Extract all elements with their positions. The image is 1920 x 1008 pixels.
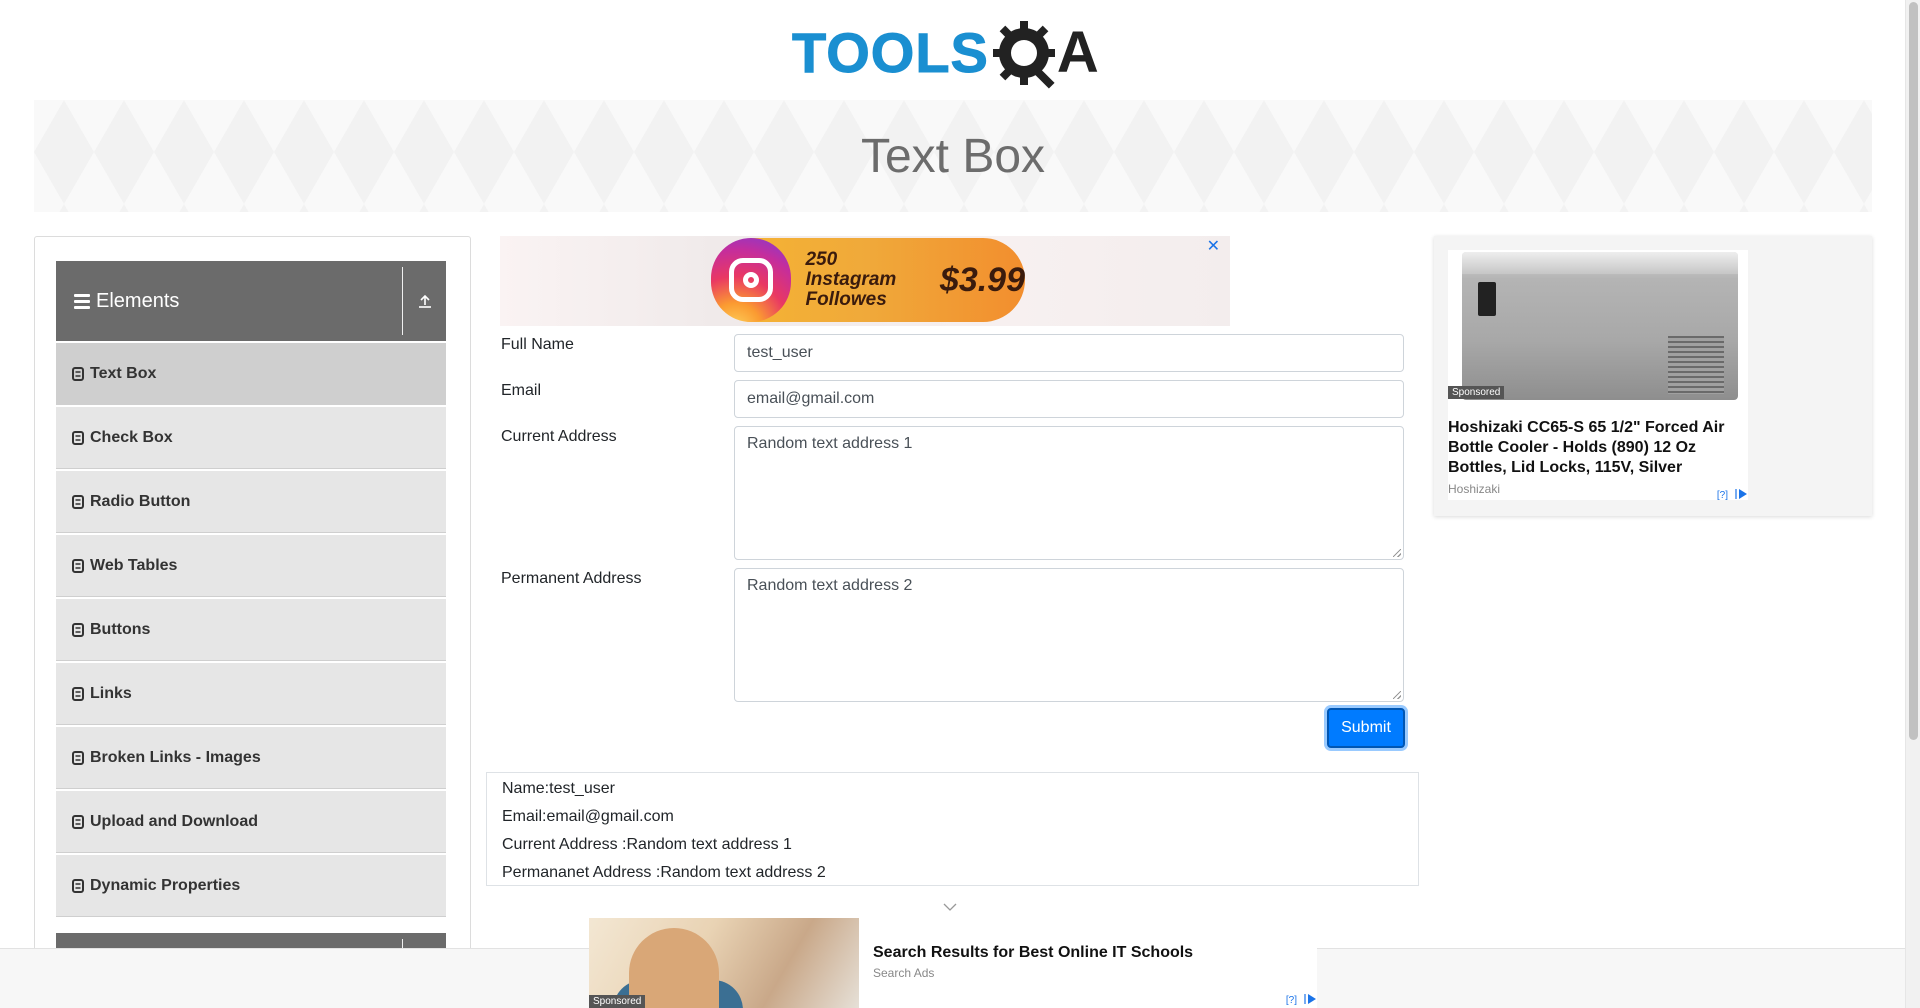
list-icon bbox=[72, 814, 84, 829]
full-name-input[interactable]: test_user bbox=[734, 334, 1404, 372]
sidebar-item-label: Radio Button bbox=[90, 492, 191, 510]
sidebar-item-label: Web Tables bbox=[90, 556, 178, 574]
permanent-address-value: Random text address 2 bbox=[747, 577, 913, 594]
adchoices-icon[interactable] bbox=[1303, 993, 1317, 1008]
page-banner: Text Box bbox=[34, 100, 1872, 212]
ad-info-link[interactable]: [?] bbox=[1717, 490, 1728, 501]
list-icon bbox=[72, 366, 84, 381]
product-ad-card[interactable]: Sponsored Hoshizaki CC65-S 65 1/2" Force… bbox=[1448, 250, 1748, 503]
sponsored-badge: Sponsored bbox=[1448, 386, 1505, 399]
bottom-ad-title[interactable]: Search Results for Best Online IT School… bbox=[873, 944, 1193, 962]
bottom-ad-source: Search Ads bbox=[873, 966, 935, 980]
sidebar-item-links[interactable]: Links bbox=[56, 663, 446, 725]
group-header-title: Elements bbox=[96, 289, 180, 312]
gear-magnifier-icon bbox=[991, 17, 1061, 89]
instagram-icon bbox=[711, 238, 792, 322]
sidebar-item-check-box[interactable]: Check Box bbox=[56, 407, 446, 469]
sidebar-item-broken-links[interactable]: Broken Links - Images bbox=[56, 727, 446, 789]
sidebar-item-buttons[interactable]: Buttons bbox=[56, 599, 446, 661]
current-address-value: Random text address 1 bbox=[747, 435, 913, 452]
full-name-label: Full Name bbox=[501, 336, 574, 353]
instagram-ad[interactable]: 250 Instagram Followes $3.99 ✕ bbox=[500, 236, 1230, 326]
product-ad[interactable]: Sponsored Hoshizaki CC65-S 65 1/2" Force… bbox=[1434, 236, 1872, 516]
resize-handle-icon[interactable] bbox=[1393, 549, 1401, 557]
resize-handle-icon[interactable] bbox=[1393, 691, 1401, 699]
list-icon bbox=[72, 430, 84, 445]
list-icon bbox=[72, 878, 84, 893]
left-panel: Elements Text Box Check Box Radio Button… bbox=[34, 236, 471, 1008]
product-image[interactable] bbox=[1462, 252, 1738, 400]
page: TOOLS A Text Box Elements Text Box Check… bbox=[0, 0, 1920, 1008]
output-box: Name:test_user Email:email@gmail.com Cur… bbox=[486, 772, 1419, 886]
list-icon bbox=[72, 686, 84, 701]
list-icon bbox=[72, 622, 84, 637]
chevron-down-icon[interactable] bbox=[943, 898, 957, 914]
output-current-address: Current Address :Random text address 1 bbox=[502, 836, 792, 853]
product-ad-title[interactable]: Hoshizaki CC65-S 65 1/2" Forced Air Bott… bbox=[1448, 418, 1748, 478]
full-name-value: test_user bbox=[747, 344, 813, 361]
sidebar-menu: Text Box Check Box Radio Button Web Tabl… bbox=[56, 343, 446, 919]
list-icon bbox=[72, 558, 84, 573]
bottom-ad[interactable]: Sponsored Search Results for Best Online… bbox=[589, 918, 1317, 1008]
ad-text: 250 Instagram Followes bbox=[805, 250, 927, 310]
ad-price: $3.99 bbox=[939, 260, 1025, 299]
sponsored-badge: Sponsored bbox=[589, 995, 646, 1008]
submit-button[interactable]: Submit bbox=[1327, 708, 1405, 748]
permanent-address-textarea[interactable]: Random text address 2 bbox=[734, 568, 1404, 702]
sidebar-item-radio-button[interactable]: Radio Button bbox=[56, 471, 446, 533]
list-icon bbox=[72, 494, 84, 509]
email-input[interactable]: email@gmail.com bbox=[734, 380, 1404, 418]
close-icon[interactable]: ✕ bbox=[1207, 236, 1220, 256]
product-ad-source: Hoshizaki bbox=[1448, 482, 1501, 496]
output-email: Email:email@gmail.com bbox=[502, 808, 674, 825]
permanent-address-label: Permanent Address bbox=[501, 570, 642, 587]
email-value: email@gmail.com bbox=[747, 390, 875, 407]
ad-info-link[interactable]: [?] bbox=[1286, 995, 1297, 1006]
ad-pill[interactable]: 250 Instagram Followes $3.99 bbox=[711, 238, 1025, 322]
ad-text-line1: 250 Instagram bbox=[805, 249, 897, 291]
logo-suffix: A bbox=[1056, 19, 1099, 85]
sidebar-item-text-box[interactable]: Text Box bbox=[56, 343, 446, 405]
collapse-arrow-icon[interactable] bbox=[402, 267, 446, 335]
sidebar-item-upload-download[interactable]: Upload and Download bbox=[56, 791, 446, 853]
page-title: Text Box bbox=[860, 129, 1046, 183]
sidebar-item-label: Upload and Download bbox=[90, 812, 258, 830]
list-icon bbox=[72, 750, 84, 765]
ad-text-line2: Followes bbox=[805, 288, 887, 310]
output-permanent-address: Permananet Address :Random text address … bbox=[502, 864, 826, 881]
logo-text: TOOLS bbox=[792, 20, 989, 84]
menu-icon bbox=[74, 293, 90, 309]
adchoices-icon[interactable] bbox=[1734, 488, 1748, 503]
current-address-label: Current Address bbox=[501, 428, 617, 445]
scrollbar-thumb[interactable] bbox=[1909, 2, 1918, 740]
sidebar-item-label: Text Box bbox=[90, 364, 157, 382]
current-address-textarea[interactable]: Random text address 1 bbox=[734, 426, 1404, 560]
group-header-elements[interactable]: Elements bbox=[56, 261, 446, 341]
output-name: Name:test_user bbox=[502, 780, 615, 797]
sidebar-item-dynamic-properties[interactable]: Dynamic Properties bbox=[56, 855, 446, 917]
sidebar-item-label: Check Box bbox=[90, 428, 173, 446]
sidebar-item-web-tables[interactable]: Web Tables bbox=[56, 535, 446, 597]
sidebar-item-label: Broken Links - Images bbox=[90, 748, 261, 766]
sidebar-item-label: Buttons bbox=[90, 620, 151, 638]
page-scrollbar[interactable] bbox=[1905, 0, 1920, 1008]
toolsqa-logo[interactable]: TOOLS A bbox=[792, 14, 1116, 90]
sidebar-item-label: Links bbox=[90, 684, 132, 702]
email-label: Email bbox=[501, 382, 542, 399]
sidebar-item-label: Dynamic Properties bbox=[90, 876, 241, 894]
